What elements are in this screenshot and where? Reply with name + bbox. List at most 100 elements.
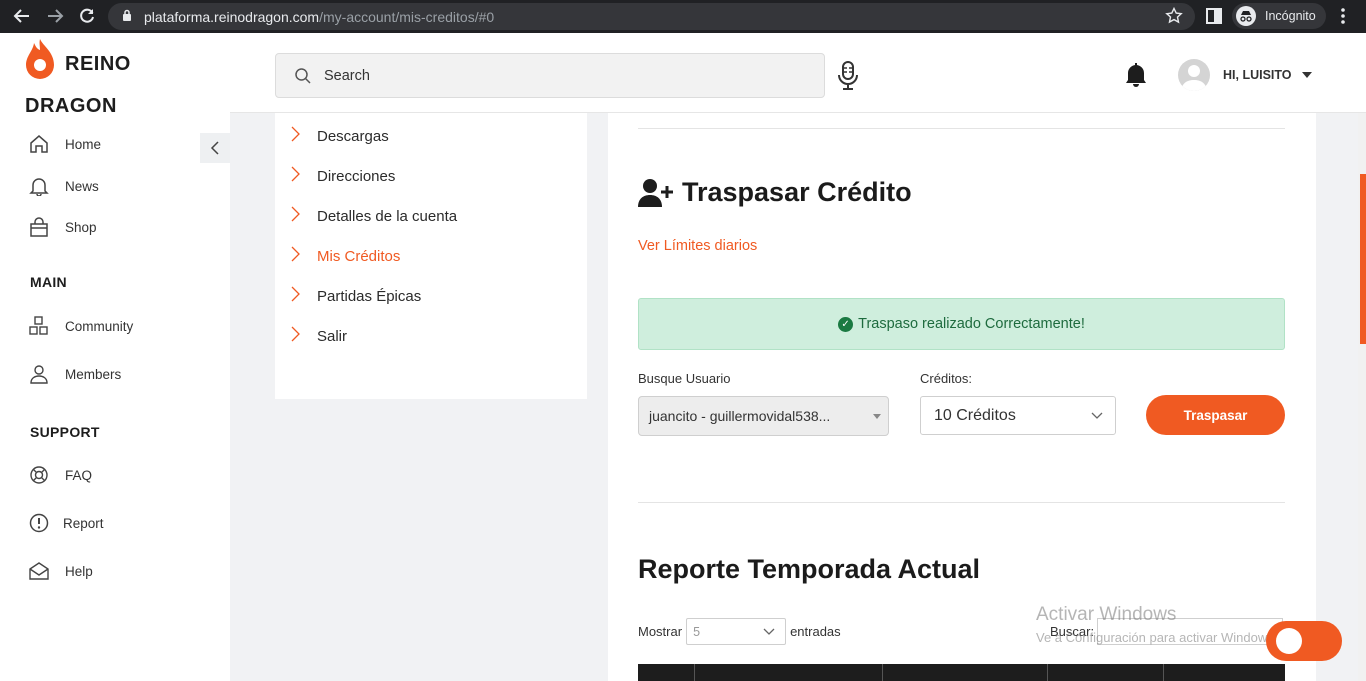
column-separator [882, 664, 883, 681]
url-path: /my-account/mis-creditos/#0 [319, 8, 495, 25]
address-bar[interactable]: plataforma.reinodragon.com/my-account/mi… [108, 3, 1195, 30]
scrollbar-thumb[interactable] [1360, 174, 1366, 344]
success-alert: ✓ Traspaso realizado Correctamente! [638, 298, 1285, 350]
collapse-sidebar-button[interactable] [200, 133, 230, 163]
menu-item-label: Detalles de la cuenta [317, 208, 458, 225]
community-icon [28, 315, 50, 337]
sidebar-item-label: News [65, 178, 99, 194]
back-icon[interactable] [10, 4, 34, 28]
url-host: plataforma.reinodragon.com [144, 8, 320, 25]
star-icon[interactable] [1165, 6, 1183, 30]
sidebar-item-report[interactable]: Report [28, 511, 104, 535]
sidebar-item-home[interactable]: Home [28, 132, 101, 156]
account-menu: Descargas Direcciones Detalles de la cue… [275, 113, 587, 399]
bell-icon [28, 175, 50, 197]
sidebar-item-label: Home [65, 136, 102, 152]
table-header [638, 664, 1285, 681]
user-menu[interactable]: HI, LUISITO [1223, 68, 1312, 82]
transfer-title: Traspasar Crédito [638, 177, 912, 208]
credits-select[interactable]: 10 Créditos [920, 396, 1116, 435]
divider [638, 502, 1285, 503]
avatar[interactable] [1178, 59, 1210, 91]
menu-item-direcciones[interactable]: Direcciones [291, 166, 396, 185]
sidebar-item-shop[interactable]: Shop [28, 215, 97, 239]
transfer-title-text: Traspasar Crédito [682, 177, 912, 207]
show-label: Mostrar [638, 624, 683, 639]
menu-item-label: Descargas [317, 128, 389, 145]
chevron-right-icon [291, 206, 300, 227]
menu-item-label: Salir [317, 328, 348, 345]
transfer-button[interactable]: Traspasar [1146, 395, 1285, 435]
check-circle-icon: ✓ [838, 316, 854, 332]
notifications-bell-icon[interactable] [1124, 62, 1148, 93]
sidepanel-icon[interactable] [1206, 8, 1222, 29]
user-greeting: HI, LUISITO [1223, 68, 1292, 82]
user-search-label: Busque Usuario [638, 371, 731, 386]
sidebar-item-label: Community [65, 318, 134, 334]
main-panel: Traspasar Crédito Ver Límites diarios ✓ … [608, 113, 1316, 681]
search-input[interactable]: Search [275, 53, 825, 98]
column-separator [694, 664, 695, 681]
sidebar-item-news[interactable]: News [28, 174, 99, 198]
incognito-label: Incógnito [1265, 9, 1316, 23]
chevron-down-icon [1091, 412, 1103, 419]
page-length-control: Mostrar 5 entradas [638, 618, 841, 645]
faq-icon [28, 464, 50, 486]
sidebar-item-label: Help [65, 563, 93, 579]
user-select-value: juancito - guillermovidal538... [649, 408, 831, 424]
menu-item-label: Partidas Épicas [317, 288, 422, 305]
add-user-icon [638, 178, 673, 207]
chevron-right-icon [291, 246, 300, 267]
section-title-main: MAIN [30, 274, 67, 290]
chevron-left-icon [210, 141, 219, 155]
page-length-select[interactable]: 5 [686, 618, 787, 645]
sidebar-item-faq[interactable]: FAQ [28, 463, 92, 487]
sidebar-item-label: Report [63, 515, 104, 531]
menu-item-descargas[interactable]: Descargas [291, 126, 389, 145]
brand-name-line1: REINO [65, 53, 131, 75]
windows-watermark-subtitle: Ve a Configuración para activar Windows. [1036, 630, 1278, 645]
menu-item-partidas-epicas[interactable]: Partidas Épicas [291, 286, 422, 305]
menu-dots-icon[interactable] [1340, 7, 1346, 30]
toggle-knob [1276, 628, 1302, 654]
brand-name-line2: DRAGON [25, 95, 117, 117]
search-icon [295, 67, 311, 84]
daily-limits-link[interactable]: Ver Límites diarios [638, 238, 757, 254]
reload-icon[interactable] [75, 4, 99, 28]
sidebar: REINO DRAGON Home News Shop MAIN Communi… [0, 33, 230, 681]
forward-icon[interactable] [43, 4, 67, 28]
chevron-right-icon [291, 286, 300, 307]
top-header: Search HI, LUISITO [230, 33, 1366, 113]
sidebar-item-label: FAQ [65, 467, 93, 483]
page-length-value: 5 [693, 624, 701, 639]
entries-label: entradas [790, 624, 841, 639]
divider [638, 128, 1285, 129]
chevron-down-icon [763, 628, 775, 635]
credits-select-value: 10 Créditos [934, 406, 1016, 424]
menu-item-salir[interactable]: Salir [291, 326, 348, 345]
user-select[interactable]: juancito - guillermovidal538... [638, 396, 889, 436]
search-placeholder: Search [324, 67, 370, 84]
sidebar-item-help[interactable]: Help [28, 559, 93, 583]
menu-item-label: Direcciones [317, 168, 396, 185]
flame-logo-icon[interactable] [24, 37, 56, 86]
browser-toolbar: plataforma.reinodragon.com/my-account/mi… [0, 0, 1366, 33]
microphone-icon[interactable] [837, 61, 859, 96]
incognito-badge[interactable]: Incógnito [1232, 3, 1326, 29]
menu-item-mis-creditos[interactable]: Mis Créditos [291, 246, 400, 265]
home-icon [28, 133, 50, 155]
success-message: Traspaso realizado Correctamente! [858, 316, 1085, 332]
sidebar-item-community[interactable]: Community [28, 314, 133, 338]
chevron-right-icon [291, 126, 300, 147]
chevron-right-icon [291, 326, 300, 347]
sidebar-item-label: Members [65, 366, 122, 382]
menu-item-detalles-cuenta[interactable]: Detalles de la cuenta [291, 206, 458, 225]
shop-icon [28, 216, 50, 238]
credits-label: Créditos: [920, 371, 973, 386]
windows-watermark-title: Activar Windows [1036, 604, 1177, 625]
section-title-support: SUPPORT [30, 424, 100, 440]
sidebar-item-members[interactable]: Members [28, 362, 121, 386]
theme-toggle[interactable] [1266, 621, 1342, 661]
report-title: Reporte Temporada Actual [638, 554, 981, 584]
column-separator [1047, 664, 1048, 681]
